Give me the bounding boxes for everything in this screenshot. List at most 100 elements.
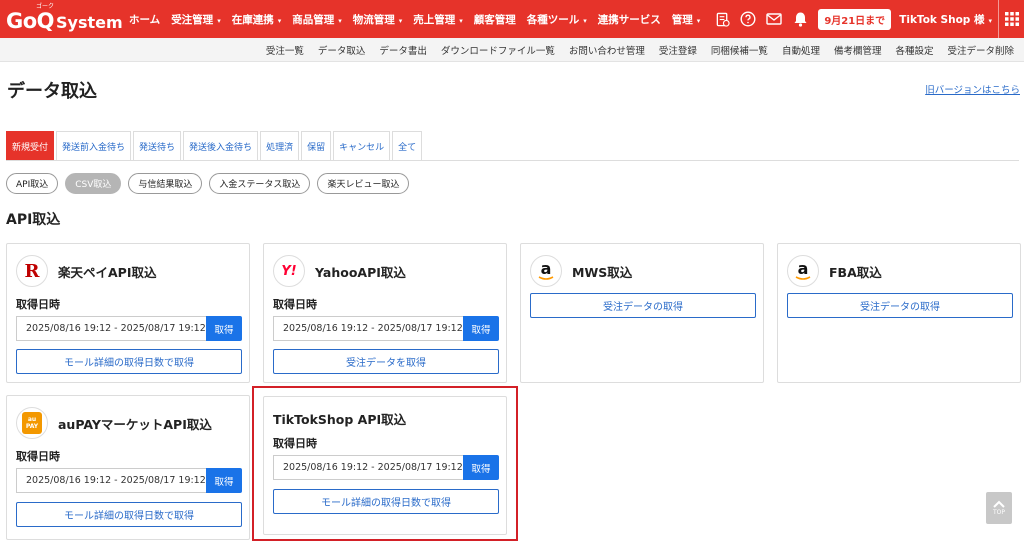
subnav-inquiry-management[interactable]: お問い合わせ管理 [569,43,645,57]
caret-down-icon: ▾ [696,16,701,25]
invoice-icon[interactable] [714,11,730,27]
nav-item-logistics[interactable]: 物流管理 ▾ [353,12,403,27]
caret-down-icon: ▾ [988,16,992,25]
date-label: 取得日時 [16,298,60,311]
fba-card: a FBA取込 受注データの取得 [777,243,1021,383]
card-header: a MWS取込 [530,255,632,287]
subnav-bundle-candidates[interactable]: 同梱候補一覧 [711,43,768,57]
rakuten-api-card: R 楽天ペイAPI取込 取得日時 2025/08/16 19:12 - 2025… [6,243,250,383]
trial-expiry-badge: 9月21日まで [818,8,892,30]
rakuten-logo-icon: R [16,255,48,287]
subnav-data-import[interactable]: データ取込 [318,43,366,57]
get-button[interactable]: 取得 [206,468,242,493]
date-range-row: 2025/08/16 19:12 - 2025/08/17 19:12 取得 [273,316,499,341]
subnav-settings[interactable]: 各種設定 [895,43,933,57]
card-header: a FBA取込 [787,255,882,287]
nav-item-services[interactable]: 連携サービス [598,12,661,27]
nav-item-sales[interactable]: 売上管理 ▾ [413,12,463,27]
logo-kana: ゴーク [36,3,55,10]
top-navigation-bar: ゴーク GoQ System ホーム 受注管理 ▾ 在庫連携 ▾ 商品管理 ▾ 物流管… [0,0,1024,38]
date-range-row: 2025/08/16 19:12 - 2025/08/17 19:12 取得 [16,468,242,493]
date-range-input[interactable]: 2025/08/16 19:12 - 2025/08/17 19:12 [16,316,206,341]
card-title: 楽天ペイAPI取込 [58,264,157,280]
pill-payment-status-import[interactable]: 入金ステータス取込 [209,173,311,194]
top-button-label: TOP [992,509,1005,516]
sub-nav: 受注一覧 データ取込 データ書出 ダウンロードファイル一覧 お問い合わせ管理 受… [0,38,1024,62]
chevron-up-icon [993,500,1005,508]
user-menu[interactable]: TikTok Shop 様 ▾ [899,12,992,27]
tab-new[interactable]: 新規受付 [6,131,55,160]
fetch-by-mall-days-button[interactable]: モール詳細の取得日数で取得 [16,502,242,527]
subnav-auto-processing[interactable]: 自動処理 [782,43,820,57]
subnav-order-delete[interactable]: 受注データ削除 [947,43,1014,57]
help-icon[interactable] [740,11,756,27]
subnav-remarks-management[interactable]: 備考欄管理 [834,43,882,57]
fetch-by-mall-days-button[interactable]: モール詳細の取得日数で取得 [16,349,242,374]
caret-down-icon: ▾ [459,16,463,25]
subnav-order-list[interactable]: 受注一覧 [266,43,304,57]
card-title: MWS取込 [572,264,633,280]
subnav-download-list[interactable]: ダウンロードファイル一覧 [441,43,555,57]
fetch-orders-button[interactable]: 受注データの取得 [530,293,756,318]
tab-awaiting-prepayment[interactable]: 発送前入金待ち [56,131,132,160]
status-tabs: 新規受付 発送前入金待ち 発送待ち 発送後入金待ち 処理済 保留 キャンセル 全… [6,131,424,160]
card-header: Y! YahooAPI取込 [273,255,406,287]
nav-item-orders[interactable]: 受注管理 ▾ [171,12,221,27]
tab-on-hold[interactable]: 保留 [301,131,332,160]
card-title: auPAYマーケットAPI取込 [58,416,212,432]
amazon-logo-icon: a [787,255,819,287]
date-range-row: 2025/08/16 19:12 - 2025/08/17 19:12 取得 [16,316,242,341]
subnav-data-export[interactable]: データ書出 [379,43,427,57]
date-range-input[interactable]: 2025/08/16 19:12 - 2025/08/17 19:12 [16,468,206,493]
yahoo-api-card: Y! YahooAPI取込 取得日時 2025/08/16 19:12 - 20… [263,243,507,383]
bell-icon[interactable] [792,11,808,27]
date-label: 取得日時 [273,298,317,311]
amazon-logo-icon: a [530,255,562,287]
main-nav: ホーム 受注管理 ▾ 在庫連携 ▾ 商品管理 ▾ 物流管理 ▾ 売上管理 ▾ 顧客管理 各… [129,0,711,38]
highlight-frame [252,386,518,541]
caret-down-icon: ▾ [398,16,403,25]
fetch-orders-button[interactable]: 受注データを取得 [273,349,499,374]
card-header: R 楽天ペイAPI取込 [16,255,157,287]
caret-down-icon: ▾ [583,16,587,25]
pill-rakuten-review-import[interactable]: 楽天レビュー取込 [317,173,410,194]
card-title: FBA取込 [829,264,882,280]
old-version-link[interactable]: 旧バージョンはこちら [925,82,1020,96]
nav-item-admin[interactable]: 管理 ▾ [672,12,701,27]
pill-api-import[interactable]: API取込 [6,173,59,194]
scroll-to-top-button[interactable]: TOP [986,492,1012,524]
section-title: API取込 [6,212,61,228]
subnav-order-registration[interactable]: 受注登録 [659,43,697,57]
get-button[interactable]: 取得 [463,316,499,341]
nav-item-customers[interactable]: 顧客管理 [474,12,516,27]
mws-card: a MWS取込 受注データの取得 [520,243,764,383]
get-button[interactable]: 取得 [206,316,242,341]
tab-divider [6,160,1019,161]
tab-processed[interactable]: 処理済 [260,131,300,160]
logo-sub-text: System [56,13,123,32]
aupay-api-card: au PAY auPAYマーケットAPI取込 取得日時 2025/08/16 19… [6,395,250,540]
fetch-orders-button[interactable]: 受注データの取得 [787,293,1013,318]
caret-down-icon: ▾ [217,16,221,25]
date-range-input[interactable]: 2025/08/16 19:12 - 2025/08/17 19:12 [273,316,463,341]
card-header: au PAY auPAYマーケットAPI取込 [16,407,212,439]
nav-item-home[interactable]: ホーム [129,12,160,27]
mail-icon[interactable] [766,11,783,27]
pill-csv-import[interactable]: CSV取込 [65,173,122,194]
nav-item-tools[interactable]: 各種ツール ▾ [527,12,587,27]
page-title: データ取込 [7,81,97,102]
caret-down-icon: ▾ [338,16,342,25]
goq-logo[interactable]: ゴーク GoQ System [6,3,123,33]
nav-item-products[interactable]: 商品管理 ▾ [292,12,342,27]
header-tools: 9月21日まで TikTok Shop 様 ▾ [714,0,1024,38]
pill-credit-result-import[interactable]: 与信結果取込 [128,173,203,194]
date-label: 取得日時 [16,450,60,463]
tab-awaiting-postpayment[interactable]: 発送後入金待ち [183,131,259,160]
tab-awaiting-shipment[interactable]: 発送待ち [133,131,182,160]
nav-item-inventory[interactable]: 在庫連携 ▾ [232,12,282,27]
tab-all[interactable]: 全て [392,131,423,160]
tab-cancelled[interactable]: キャンセル [333,131,391,160]
app-grid-icon[interactable] [998,0,1024,38]
logo-main-text: GoQ [6,9,55,33]
yahoo-logo-icon: Y! [273,255,305,287]
